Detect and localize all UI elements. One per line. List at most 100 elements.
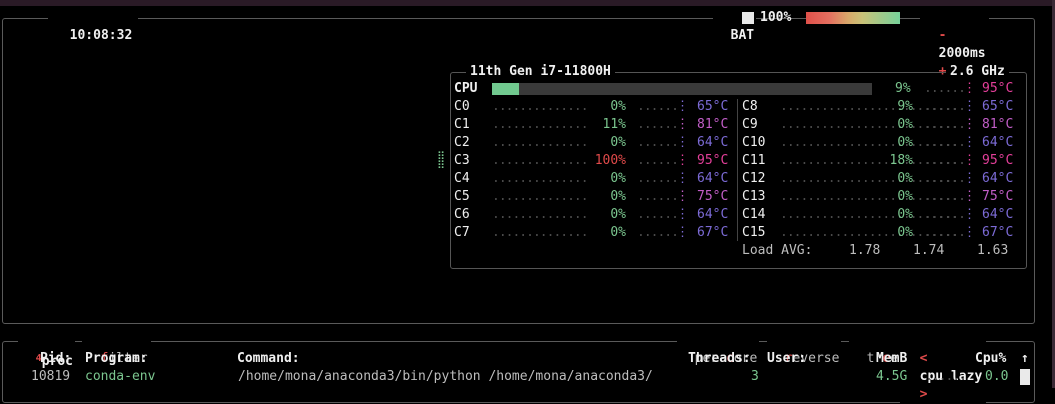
- core-usage-graph: ..............: [492, 207, 589, 222]
- core-label: C8: [742, 99, 758, 114]
- core-percent: 0%: [610, 207, 626, 222]
- col-pid[interactable]: Pid:: [40, 350, 71, 368]
- cpu-total-bar-fill: [492, 83, 519, 95]
- core-percent: 0%: [897, 117, 913, 132]
- cpu-frequency: 2.6 GHz: [946, 63, 1009, 81]
- core-percent: 0%: [610, 225, 626, 240]
- core-label: C9: [742, 117, 758, 132]
- core-usage-graph: ..............: [492, 153, 589, 168]
- core-temp-graph: ......: [924, 189, 966, 204]
- core-label: C14: [742, 207, 766, 222]
- cpu-total-temp: 95°C: [982, 81, 1014, 96]
- core-usage-graph: ..............: [492, 117, 589, 132]
- clock: 10:08:32: [69, 28, 133, 43]
- core-temp-tick: ⋮: [963, 117, 976, 132]
- core-label: C7: [454, 225, 470, 240]
- core-temp: 67°C: [697, 225, 729, 240]
- core-temp: 64°C: [697, 135, 729, 150]
- core-temp-tick: ⋮: [963, 171, 976, 186]
- core-temp: 64°C: [697, 171, 729, 186]
- core-temp: 64°C: [982, 135, 1014, 150]
- core-label: C5: [454, 189, 470, 204]
- col-program[interactable]: Program:: [85, 350, 148, 368]
- core-usage-graph: ..............: [492, 135, 589, 150]
- core-usage-graph: ..............: [492, 225, 589, 240]
- sort-prev-button[interactable]: <: [920, 351, 928, 366]
- core-temp: 64°C: [982, 207, 1014, 222]
- core-temp-graph: ......: [637, 171, 679, 186]
- core-percent: 9%: [897, 99, 913, 114]
- core-usage-graph: ..............: [492, 171, 589, 186]
- core-temp-graph: ......: [637, 153, 679, 168]
- battery-icon: [742, 12, 754, 24]
- core-temp-graph: ......: [924, 99, 966, 114]
- terminal-top-strip: [0, 0, 1055, 6]
- core-percent: 100%: [594, 153, 626, 168]
- header-time-box: 10:08:32: [48, 9, 139, 45]
- core-percent: 0%: [897, 135, 913, 150]
- core-temp-tick: ⋮: [676, 207, 689, 222]
- row-program: conda-env: [85, 369, 156, 384]
- col-memb[interactable]: MemB: [876, 350, 907, 368]
- core-temp: 67°C: [982, 225, 1014, 240]
- core-temp-graph: ......: [637, 99, 679, 114]
- row-mem: 4.5G: [876, 369, 908, 384]
- core-temp: 75°C: [697, 189, 729, 204]
- side-activity-marker: ⠿ ⠿: [437, 150, 446, 172]
- core-percent: 11%: [602, 117, 626, 132]
- core-label: C6: [454, 207, 470, 222]
- core-percent: 0%: [897, 171, 913, 186]
- sort-next-button[interactable]: >: [920, 387, 928, 402]
- scrollbar-thumb[interactable]: [1020, 369, 1030, 385]
- battery-percent: 100%: [760, 10, 792, 25]
- core-temp-graph: ......: [924, 153, 966, 168]
- core-percent: 0%: [897, 207, 913, 222]
- core-temp-tick: ⋮: [676, 171, 689, 186]
- core-label: C4: [454, 171, 470, 186]
- core-percent: 18%: [889, 153, 913, 168]
- core-temp-tick: ⋮: [676, 135, 689, 150]
- core-temp: 81°C: [697, 117, 729, 132]
- sort-direction-arrow-icon[interactable]: ↑: [1021, 350, 1029, 368]
- core-temp-tick: ⋮: [963, 207, 976, 222]
- load-average-5: 1.74: [913, 243, 945, 258]
- core-temp: 95°C: [982, 153, 1014, 168]
- core-temp-graph: ......: [924, 225, 966, 240]
- core-temp: 64°C: [982, 171, 1014, 186]
- core-temp: 65°C: [982, 99, 1014, 114]
- core-temp-tick: ⋮: [963, 135, 976, 150]
- col-command[interactable]: Command:: [237, 350, 300, 368]
- load-average-label: Load AVG:: [742, 243, 813, 258]
- core-label: C15: [742, 225, 766, 240]
- core-temp-tick: ⋮: [963, 153, 976, 168]
- load-average-15: 1.63: [977, 243, 1009, 258]
- core-label: C12: [742, 171, 766, 186]
- core-percent: 0%: [610, 171, 626, 186]
- cpu-total-bar: [492, 83, 872, 95]
- core-temp-tick: ⋮: [676, 99, 689, 114]
- battery-bar: [806, 12, 900, 24]
- core-label: C1: [454, 117, 470, 132]
- interval-decrease-button[interactable]: -: [939, 28, 947, 43]
- cpu-total-label: CPU: [454, 81, 478, 96]
- core-label: C2: [454, 135, 470, 150]
- core-temp-graph: ......: [637, 135, 679, 150]
- core-column-separator: [737, 99, 738, 241]
- row-cpu-graph: ......: [925, 369, 967, 384]
- row-pid: 10819: [31, 369, 71, 384]
- core-usage-graph: ..............: [492, 99, 589, 114]
- col-cpu[interactable]: Cpu%: [975, 350, 1006, 368]
- col-threads[interactable]: Threads:: [688, 350, 751, 368]
- core-temp-graph: ......: [637, 207, 679, 222]
- col-user[interactable]: User:: [767, 350, 806, 368]
- core-percent: 0%: [610, 99, 626, 114]
- row-threads: 3: [751, 369, 759, 384]
- core-label: C3: [454, 153, 470, 168]
- core-temp-tick: ⋮: [676, 153, 689, 168]
- core-temp-graph: ......: [637, 225, 679, 240]
- core-temp-tick: ⋮: [963, 189, 976, 204]
- load-average-1: 1.78: [849, 243, 881, 258]
- cpu-total-graph: ......: [924, 81, 966, 96]
- core-label: C0: [454, 99, 470, 114]
- core-usage-graph: ..............: [492, 189, 589, 204]
